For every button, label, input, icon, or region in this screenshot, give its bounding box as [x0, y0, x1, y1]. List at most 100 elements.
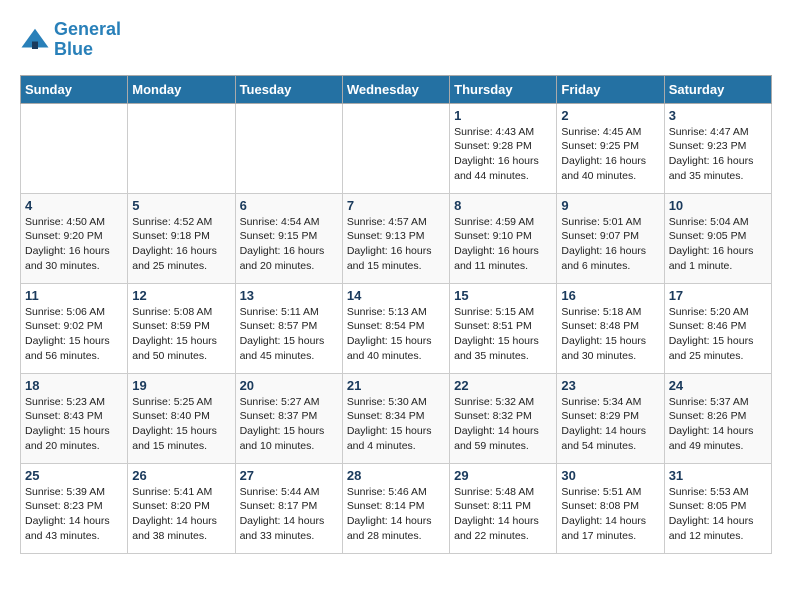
day-info: Sunrise: 5:15 AMSunset: 8:51 PMDaylight:…: [454, 305, 552, 364]
day-info: Sunrise: 5:13 AMSunset: 8:54 PMDaylight:…: [347, 305, 445, 364]
day-number: 30: [561, 468, 659, 483]
calendar-cell: 19 Sunrise: 5:25 AMSunset: 8:40 PMDayligh…: [128, 373, 235, 463]
calendar-cell: 2Sunrise: 4:45 AMSunset: 9:25 PMDaylight…: [557, 103, 664, 193]
day-info: Sunrise: 4:43 AMSunset: 9:28 PMDaylight:…: [454, 125, 552, 184]
calendar-cell: 6 Sunrise: 4:54 AMSunset: 9:15 PMDaylight…: [235, 193, 342, 283]
day-number: 15: [454, 288, 552, 303]
calendar-cell: 26 Sunrise: 5:41 AMSunset: 8:20 PMDayligh…: [128, 463, 235, 553]
calendar-cell: 27 Sunrise: 5:44 AMSunset: 8:17 PMDayligh…: [235, 463, 342, 553]
logo: General Blue: [20, 20, 121, 60]
calendar-cell: 13Sunrise: 5:11 AMSunset: 8:57 PMDayligh…: [235, 283, 342, 373]
day-number: 10: [669, 198, 767, 213]
day-info: Sunrise: 5:41 AMSunset: 8:20 PMDaylight:…: [132, 485, 230, 544]
calendar-cell: 11Sunrise: 5:06 AMSunset: 9:02 PMDayligh…: [21, 283, 128, 373]
day-info: Sunrise: 5:30 AMSunset: 8:34 PMDaylight:…: [347, 395, 445, 454]
day-number: 31: [669, 468, 767, 483]
calendar-cell: 20 Sunrise: 5:27 AMSunset: 8:37 PMDayligh…: [235, 373, 342, 463]
day-number: 26: [132, 468, 230, 483]
day-info: Sunrise: 4:52 AMSunset: 9:18 PMDaylight:…: [132, 215, 230, 274]
calendar-cell: [235, 103, 342, 193]
day-of-week-header: Monday: [128, 75, 235, 103]
calendar-cell: 28Sunrise: 5:46 AMSunset: 8:14 PMDayligh…: [342, 463, 449, 553]
calendar-cell: 25 Sunrise: 5:39 AMSunset: 8:23 PMDayligh…: [21, 463, 128, 553]
day-of-week-header: Wednesday: [342, 75, 449, 103]
calendar-cell: 17 Sunrise: 5:20 AMSunset: 8:46 PMDayligh…: [664, 283, 771, 373]
day-of-week-header: Saturday: [664, 75, 771, 103]
day-number: 6: [240, 198, 338, 213]
day-number: 27: [240, 468, 338, 483]
calendar-cell: 15 Sunrise: 5:15 AMSunset: 8:51 PMDayligh…: [450, 283, 557, 373]
calendar-cell: 29 Sunrise: 5:48 AMSunset: 8:11 PMDayligh…: [450, 463, 557, 553]
calendar-week-row: 1 Sunrise: 4:43 AMSunset: 9:28 PMDaylight…: [21, 103, 772, 193]
day-info: Sunrise: 4:50 AMSunset: 9:20 PMDaylight:…: [25, 215, 123, 274]
day-number: 29: [454, 468, 552, 483]
day-number: 13: [240, 288, 338, 303]
day-info: Sunrise: 5:23 AMSunset: 8:43 PMDaylight:…: [25, 395, 123, 454]
day-info: Sunrise: 5:48 AMSunset: 8:11 PMDaylight:…: [454, 485, 552, 544]
calendar-cell: 22 Sunrise: 5:32 AMSunset: 8:32 PMDayligh…: [450, 373, 557, 463]
calendar-cell: 9Sunrise: 5:01 AMSunset: 9:07 PMDaylight…: [557, 193, 664, 283]
day-number: 3: [669, 108, 767, 123]
calendar-cell: 30Sunrise: 5:51 AMSunset: 8:08 PMDayligh…: [557, 463, 664, 553]
day-info: Sunrise: 5:08 AMSunset: 8:59 PMDaylight:…: [132, 305, 230, 364]
day-info: Sunrise: 4:59 AMSunset: 9:10 PMDaylight:…: [454, 215, 552, 274]
day-number: 18: [25, 378, 123, 393]
calendar-cell: [128, 103, 235, 193]
day-info: Sunrise: 5:53 AMSunset: 8:05 PMDaylight:…: [669, 485, 767, 544]
day-number: 28: [347, 468, 445, 483]
calendar-cell: 8 Sunrise: 4:59 AMSunset: 9:10 PMDaylight…: [450, 193, 557, 283]
calendar-week-row: 25 Sunrise: 5:39 AMSunset: 8:23 PMDayligh…: [21, 463, 772, 553]
calendar-cell: 24 Sunrise: 5:37 AMSunset: 8:26 PMDayligh…: [664, 373, 771, 463]
day-of-week-header: Tuesday: [235, 75, 342, 103]
day-info: Sunrise: 5:04 AMSunset: 9:05 PMDaylight:…: [669, 215, 767, 274]
day-info: Sunrise: 5:20 AMSunset: 8:46 PMDaylight:…: [669, 305, 767, 364]
day-number: 7: [347, 198, 445, 213]
calendar-cell: 18 Sunrise: 5:23 AMSunset: 8:43 PMDayligh…: [21, 373, 128, 463]
logo-text: General Blue: [54, 20, 121, 60]
day-number: 25: [25, 468, 123, 483]
day-number: 4: [25, 198, 123, 213]
logo-icon: [20, 25, 50, 55]
day-number: 8: [454, 198, 552, 213]
day-info: Sunrise: 4:54 AMSunset: 9:15 PMDaylight:…: [240, 215, 338, 274]
day-info: Sunrise: 5:34 AMSunset: 8:29 PMDaylight:…: [561, 395, 659, 454]
calendar-cell: 14 Sunrise: 5:13 AMSunset: 8:54 PMDayligh…: [342, 283, 449, 373]
day-number: 20: [240, 378, 338, 393]
day-info: Sunrise: 5:32 AMSunset: 8:32 PMDaylight:…: [454, 395, 552, 454]
calendar-cell: 21Sunrise: 5:30 AMSunset: 8:34 PMDayligh…: [342, 373, 449, 463]
day-number: 22: [454, 378, 552, 393]
calendar-header-row: SundayMondayTuesdayWednesdayThursdayFrid…: [21, 75, 772, 103]
calendar-cell: 4 Sunrise: 4:50 AMSunset: 9:20 PMDaylight…: [21, 193, 128, 283]
calendar-cell: [342, 103, 449, 193]
day-of-week-header: Sunday: [21, 75, 128, 103]
day-number: 9: [561, 198, 659, 213]
day-info: Sunrise: 5:44 AMSunset: 8:17 PMDaylight:…: [240, 485, 338, 544]
calendar-cell: 16Sunrise: 5:18 AMSunset: 8:48 PMDayligh…: [557, 283, 664, 373]
page-header: General Blue: [20, 20, 772, 60]
day-number: 5: [132, 198, 230, 213]
day-info: Sunrise: 4:45 AMSunset: 9:25 PMDaylight:…: [561, 125, 659, 184]
calendar-cell: 10 Sunrise: 5:04 AMSunset: 9:05 PMDayligh…: [664, 193, 771, 283]
calendar-cell: 12 Sunrise: 5:08 AMSunset: 8:59 PMDayligh…: [128, 283, 235, 373]
calendar-cell: 5 Sunrise: 4:52 AMSunset: 9:18 PMDaylight…: [128, 193, 235, 283]
day-number: 23: [561, 378, 659, 393]
day-of-week-header: Thursday: [450, 75, 557, 103]
day-number: 17: [669, 288, 767, 303]
day-info: Sunrise: 5:37 AMSunset: 8:26 PMDaylight:…: [669, 395, 767, 454]
day-info: Sunrise: 5:27 AMSunset: 8:37 PMDaylight:…: [240, 395, 338, 454]
day-of-week-header: Friday: [557, 75, 664, 103]
calendar-cell: 3Sunrise: 4:47 AMSunset: 9:23 PMDaylight…: [664, 103, 771, 193]
day-number: 14: [347, 288, 445, 303]
day-info: Sunrise: 5:25 AMSunset: 8:40 PMDaylight:…: [132, 395, 230, 454]
day-number: 1: [454, 108, 552, 123]
calendar-cell: [21, 103, 128, 193]
day-number: 12: [132, 288, 230, 303]
calendar-week-row: 4 Sunrise: 4:50 AMSunset: 9:20 PMDaylight…: [21, 193, 772, 283]
calendar-cell: 31 Sunrise: 5:53 AMSunset: 8:05 PMDayligh…: [664, 463, 771, 553]
calendar-week-row: 11Sunrise: 5:06 AMSunset: 9:02 PMDayligh…: [21, 283, 772, 373]
day-number: 19: [132, 378, 230, 393]
day-info: Sunrise: 5:39 AMSunset: 8:23 PMDaylight:…: [25, 485, 123, 544]
calendar-cell: 1 Sunrise: 4:43 AMSunset: 9:28 PMDaylight…: [450, 103, 557, 193]
day-number: 24: [669, 378, 767, 393]
calendar-cell: 7Sunrise: 4:57 AMSunset: 9:13 PMDaylight…: [342, 193, 449, 283]
